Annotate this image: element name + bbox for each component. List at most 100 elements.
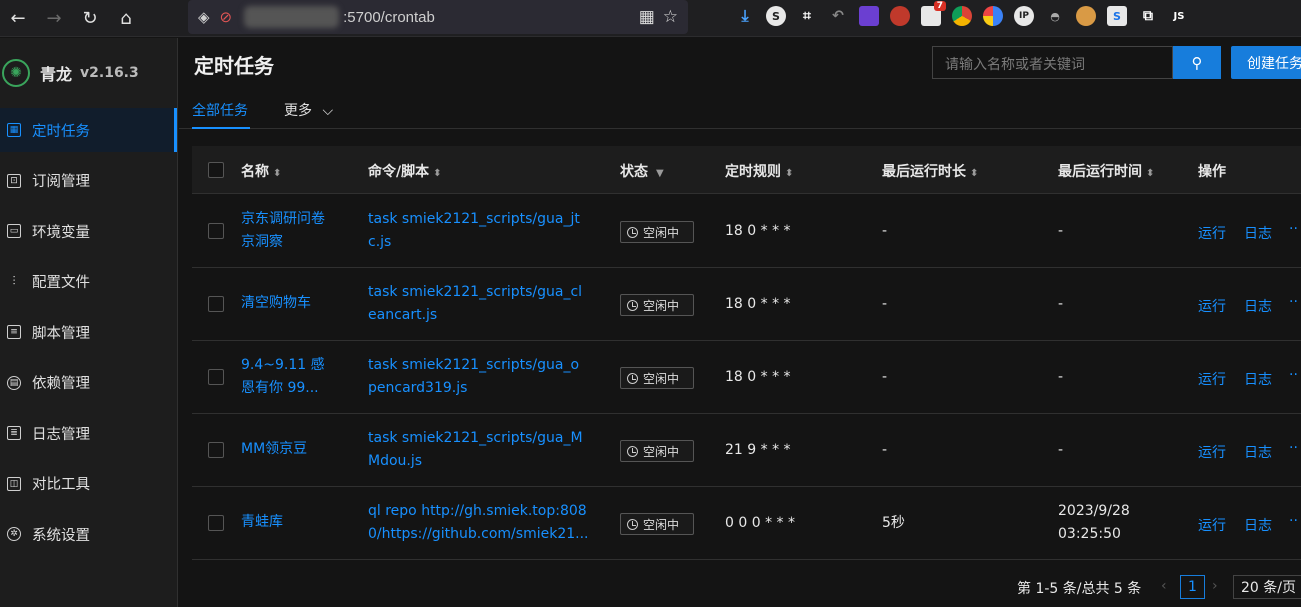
log-icon: ≣ xyxy=(7,426,21,440)
row-checkbox[interactable] xyxy=(208,223,224,239)
run-button[interactable]: 运行 xyxy=(1198,442,1226,462)
task-command[interactable]: task smiek2121_scripts/gua_o pencard319.j… xyxy=(368,354,579,400)
stack-icon[interactable] xyxy=(859,6,879,26)
globe-icon[interactable] xyxy=(983,6,1003,26)
dragon-logo-icon: ✺ xyxy=(2,59,30,87)
log-button[interactable]: 日志 xyxy=(1244,515,1272,535)
task-command[interactable]: task smiek2121_scripts/gua_jt c.js xyxy=(368,208,580,254)
task-name[interactable]: 清空购物车 xyxy=(241,292,311,315)
more-actions-icon[interactable]: ·· xyxy=(1289,440,1298,456)
task-name[interactable]: 青蛙库 xyxy=(241,511,283,534)
settings-icon: ✲ xyxy=(7,527,21,541)
sidebar-item-subscription[interactable]: ⊡ 订阅管理 xyxy=(0,159,177,203)
sidebar-item-crontab[interactable]: ▦ 定时任务 xyxy=(0,108,177,152)
row-checkbox[interactable] xyxy=(208,442,224,458)
undo-icon[interactable]: ↶ xyxy=(828,6,848,26)
cookie-icon[interactable] xyxy=(1076,6,1096,26)
back-icon[interactable]: ← xyxy=(0,0,36,37)
sidebar-item-dependencies[interactable]: ▤ 依赖管理 xyxy=(0,361,177,405)
task-last-duration: - xyxy=(882,223,888,239)
row-checkbox[interactable] xyxy=(208,296,224,312)
task-command[interactable]: task smiek2121_scripts/gua_cl eancart.js xyxy=(368,281,582,327)
more-actions-icon[interactable]: ·· xyxy=(1289,221,1298,237)
bookmark-star-icon[interactable]: ☆ xyxy=(663,7,678,27)
download-icon[interactable]: ⤓ xyxy=(735,6,755,26)
sidebar-item-label: 定时任务 xyxy=(32,123,90,140)
search-input[interactable]: 请输入名称或者关键词 xyxy=(932,46,1173,79)
reload-icon[interactable]: ↻ xyxy=(72,0,108,37)
column-status[interactable]: 状态 ▼ xyxy=(620,161,664,181)
log-button[interactable]: 日志 xyxy=(1244,442,1272,462)
page-button[interactable]: 1 xyxy=(1180,575,1205,599)
address-bar[interactable]: ◈ ⊘ :5700/crontab ▦ ☆ xyxy=(188,0,688,34)
forward-icon[interactable]: → xyxy=(36,0,72,37)
more-actions-icon[interactable]: ·· xyxy=(1289,367,1298,383)
row-checkbox[interactable] xyxy=(208,369,224,385)
crop-icon[interactable]: ⌗ xyxy=(797,6,817,26)
task-tabs: 全部任务 更多 ⌵ xyxy=(179,90,1301,129)
clock-icon xyxy=(627,226,638,238)
task-command[interactable]: ql repo http://gh.smiek.top:808 0/https:/… xyxy=(368,500,588,546)
sidebar: ✺ 青龙 v2.16.3 ▦ 定时任务 ⊡ 订阅管理 ▭ 环境变量 ⫶ 配置文件… xyxy=(0,38,178,607)
app-logo: ✺ 青龙 v2.16.3 xyxy=(0,38,177,108)
task-last-duration: - xyxy=(882,442,888,458)
column-command[interactable]: 命令/脚本 ⬍ xyxy=(368,161,442,181)
chrome-icon[interactable] xyxy=(952,6,972,26)
log-button[interactable]: 日志 xyxy=(1244,223,1272,243)
sidebar-item-env[interactable]: ▭ 环境变量 xyxy=(0,209,177,253)
sidebar-item-scripts[interactable]: ≡ 脚本管理 xyxy=(0,310,177,354)
monitor-icon: ▭ xyxy=(7,224,21,238)
s-extension-icon[interactable]: S xyxy=(766,6,786,26)
column-last-time[interactable]: 最后运行时间 ⬍ xyxy=(1058,161,1154,181)
qr-code-icon[interactable]: ▦ xyxy=(639,7,655,27)
next-page-icon[interactable]: › xyxy=(1212,578,1218,594)
sidebar-item-label: 日志管理 xyxy=(32,426,90,443)
tab-all-tasks[interactable]: 全部任务 xyxy=(192,100,250,129)
task-name[interactable]: 9.4~9.11 感恩有你 99... xyxy=(241,354,325,400)
tab-more[interactable]: 更多 ⌵ xyxy=(284,100,333,120)
column-name[interactable]: 名称 ⬍ xyxy=(241,161,281,181)
search-button[interactable]: ⚲ xyxy=(1173,46,1221,79)
log-button[interactable]: 日志 xyxy=(1244,296,1272,316)
run-button[interactable]: 运行 xyxy=(1198,223,1226,243)
row-checkbox[interactable] xyxy=(208,515,224,531)
s-blue-extension-icon[interactable]: S xyxy=(1107,6,1127,26)
task-last-time: - xyxy=(1058,296,1064,312)
status-badge: 空闲中 xyxy=(620,440,694,462)
sidebar-item-config[interactable]: ⫶ 配置文件 xyxy=(0,260,177,304)
task-command[interactable]: task smiek2121_scripts/gua_M Mdou.js xyxy=(368,427,583,473)
sidebar-item-logs[interactable]: ≣ 日志管理 xyxy=(0,411,177,455)
js-extension-icon[interactable]: JS xyxy=(1169,6,1189,26)
run-button[interactable]: 运行 xyxy=(1198,515,1226,535)
ninja-icon[interactable] xyxy=(890,6,910,26)
prev-page-icon[interactable]: ‹ xyxy=(1161,578,1167,594)
sort-icon: ⬍ xyxy=(433,168,442,179)
puzzle-icon[interactable]: ⧉ xyxy=(1138,6,1158,26)
task-name[interactable]: 京东调研问卷 京洞察 xyxy=(241,208,325,254)
more-actions-icon[interactable]: ·· xyxy=(1289,513,1298,529)
notification-icon[interactable]: 7 xyxy=(921,1,946,26)
subscription-icon: ⊡ xyxy=(7,173,21,188)
task-name[interactable]: MM领京豆 xyxy=(241,438,307,461)
task-schedule: 18 0 * * * xyxy=(725,296,791,312)
task-last-duration: 5秒 xyxy=(882,515,905,531)
status-badge: 空闲中 xyxy=(620,221,694,243)
column-last-duration[interactable]: 最后运行时长 ⬍ xyxy=(882,161,978,181)
sort-icon: ⬍ xyxy=(785,168,794,179)
log-button[interactable]: 日志 xyxy=(1244,369,1272,389)
sidebar-item-settings[interactable]: ✲ 系统设置 xyxy=(0,512,177,556)
hat-icon[interactable]: ◓ xyxy=(1045,6,1065,26)
home-icon[interactable]: ⌂ xyxy=(108,0,144,37)
sort-icon: ⬍ xyxy=(1146,168,1155,179)
task-last-time: - xyxy=(1058,369,1064,385)
sidebar-item-diff[interactable]: ◫ 对比工具 xyxy=(0,462,177,506)
select-all-checkbox[interactable] xyxy=(208,162,224,178)
more-actions-icon[interactable]: ·· xyxy=(1289,294,1298,310)
page-size-select[interactable]: 20 条/页 xyxy=(1233,575,1301,599)
column-schedule[interactable]: 定时规则 ⬍ xyxy=(725,161,793,181)
ip-icon[interactable]: IP xyxy=(1014,6,1034,26)
create-task-button[interactable]: 创建任务 xyxy=(1231,46,1301,79)
run-button[interactable]: 运行 xyxy=(1198,369,1226,389)
run-button[interactable]: 运行 xyxy=(1198,296,1226,316)
task-schedule: 18 0 * * * xyxy=(725,223,791,239)
